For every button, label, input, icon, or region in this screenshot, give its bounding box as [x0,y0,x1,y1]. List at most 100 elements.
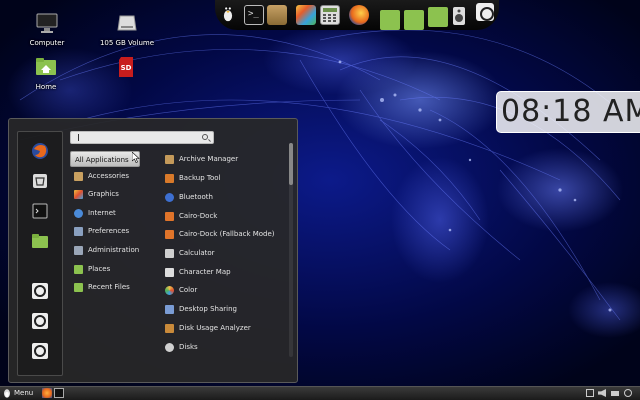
app-disk-usage-analyzer[interactable]: Disk Usage Analyzer [165,320,251,336]
desktop-icon-volume[interactable]: 105 GB Volume [97,12,157,47]
monitor-icon [36,13,58,33]
category-administration[interactable]: Administration [70,242,139,258]
category-label: Internet [88,209,116,217]
svg-text:SD: SD [121,64,132,72]
archive-icon[interactable] [267,5,287,25]
app-label: Color [179,286,198,294]
calculator-icon[interactable] [320,5,340,25]
calculator-keys-icon [323,8,337,22]
color-icon[interactable] [296,5,316,25]
speaker-icon[interactable] [452,6,466,26]
power-icon[interactable] [476,3,494,21]
calculator-icon [165,248,174,258]
menu-button[interactable]: Menu [2,387,33,400]
search-input[interactable] [70,131,214,144]
internet-icon [74,208,83,218]
software-icon[interactable] [31,172,49,190]
category-label: Places [88,265,111,273]
search-icon [202,134,208,140]
menu-button-label: Menu [14,389,34,397]
app-desktop-sharing[interactable]: Desktop Sharing [165,301,237,317]
app-label: Backup Tool [179,174,221,182]
desktop-icon-computer[interactable]: Computer [17,12,77,47]
folder-icon[interactable] [31,232,49,250]
folder-icon[interactable] [404,10,424,30]
category-recent-files[interactable]: Recent Files [70,279,130,295]
favorites-column [17,131,63,376]
folder-icon[interactable] [380,10,400,30]
desktop-icon-home[interactable]: Home [16,56,76,91]
category-accessories[interactable]: Accessories [70,168,129,184]
category-label: Recent Files [88,283,130,291]
tux-icon[interactable] [219,3,237,23]
application-menu: All Applications Accessories Graphics In… [8,118,298,383]
power-icon[interactable] [624,389,632,397]
text-caret [78,134,79,141]
category-preferences[interactable]: Preferences [70,223,129,239]
app-bluetooth[interactable]: Bluetooth [165,189,213,205]
recent-files-icon [74,282,83,292]
app-label: Character Map [179,268,231,276]
category-label: All Applications [75,156,129,164]
sd-card-icon: SD [119,57,133,77]
app-color[interactable]: Color [165,282,197,298]
terminal-icon[interactable] [31,202,49,220]
archive-manager-icon [165,154,174,164]
firefox-icon[interactable] [42,388,52,398]
volume-icon[interactable] [598,389,606,397]
desktop-icon-label: Home [35,83,57,91]
logout-icon[interactable] [31,312,49,330]
battery-icon[interactable] [611,391,619,396]
accessories-icon [74,171,83,181]
lock-icon[interactable] [31,342,49,360]
app-label: Calculator [179,249,215,257]
folder-icon[interactable] [428,7,448,27]
app-backup-tool[interactable]: Backup Tool [165,170,220,186]
graphics-icon [74,189,83,199]
network-icon[interactable] [586,389,594,397]
backup-icon [165,173,174,183]
category-internet[interactable]: Internet [70,205,116,221]
bluetooth-icon [165,192,174,202]
app-list-scrollbar[interactable] [289,143,293,357]
app-disks[interactable]: Disks [165,339,198,355]
app-label: Desktop Sharing [179,305,237,313]
preferences-icon [74,226,83,236]
app-calculator[interactable]: Calculator [165,245,215,261]
terminal-icon[interactable] [54,388,64,398]
clock-widget: 08:18 AM [496,91,640,133]
shutdown-icon[interactable] [31,282,49,300]
category-label: Graphics [88,190,119,198]
cairo-dock-icon [165,211,174,221]
firefox-icon[interactable] [31,142,49,160]
app-label: Disk Usage Analyzer [179,324,251,332]
app-archive-manager[interactable]: Archive Manager [165,151,238,167]
color-icon [165,285,174,295]
app-label: Bluetooth [179,193,213,201]
administration-icon [74,245,83,255]
terminal-icon[interactable]: >_ [244,5,264,25]
scrollbar-thumb[interactable] [289,143,293,185]
category-graphics[interactable]: Graphics [70,186,119,202]
desktop-icon-sd-card[interactable]: SD [97,56,157,83]
mouse-pointer-icon [132,152,140,163]
character-map-icon [165,267,174,277]
app-label: Archive Manager [179,155,239,163]
app-label: Cairo-Dock (Fallback Mode) [179,230,275,238]
desktop-icon-label: 105 GB Volume [99,39,155,47]
disks-icon [165,342,174,352]
app-label: Cairo-Dock [179,212,218,220]
disk-usage-icon [165,323,174,333]
tux-icon [4,389,10,398]
app-cairo-dock[interactable]: Cairo-Dock [165,208,217,224]
firefox-icon[interactable] [349,5,369,25]
category-label: Administration [88,246,140,254]
category-all-applications[interactable]: All Applications [70,151,140,167]
category-places[interactable]: Places [70,261,110,277]
bottom-panel: Menu [0,386,640,400]
category-label: Preferences [88,227,130,235]
desktop-icon-label: Computer [29,39,65,47]
app-cairo-dock-fallback[interactable]: Cairo-Dock (Fallback Mode) [165,226,275,242]
app-character-map[interactable]: Character Map [165,264,231,280]
desktop-sharing-icon [165,304,174,314]
